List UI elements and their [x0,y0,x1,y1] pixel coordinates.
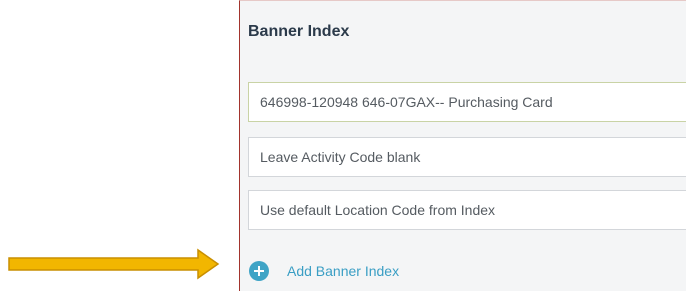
add-banner-index-button[interactable]: Add Banner Index [249,260,399,282]
location-code-field[interactable]: Use default Location Code from Index [248,190,686,230]
activity-code-field[interactable]: Leave Activity Code blank [248,137,686,177]
arrow-right-icon [8,248,220,280]
add-banner-index-label[interactable]: Add Banner Index [287,263,399,279]
plus-circle-icon[interactable] [249,261,269,281]
banner-index-field[interactable]: 646998-120948 646-07GAX-- Purchasing Car… [248,82,686,122]
banner-index-panel: Banner Index 646998-120948 646-07GAX-- P… [239,0,686,291]
panel-title: Banner Index [248,23,350,40]
screenshot-stage: Banner Index 646998-120948 646-07GAX-- P… [0,0,686,291]
